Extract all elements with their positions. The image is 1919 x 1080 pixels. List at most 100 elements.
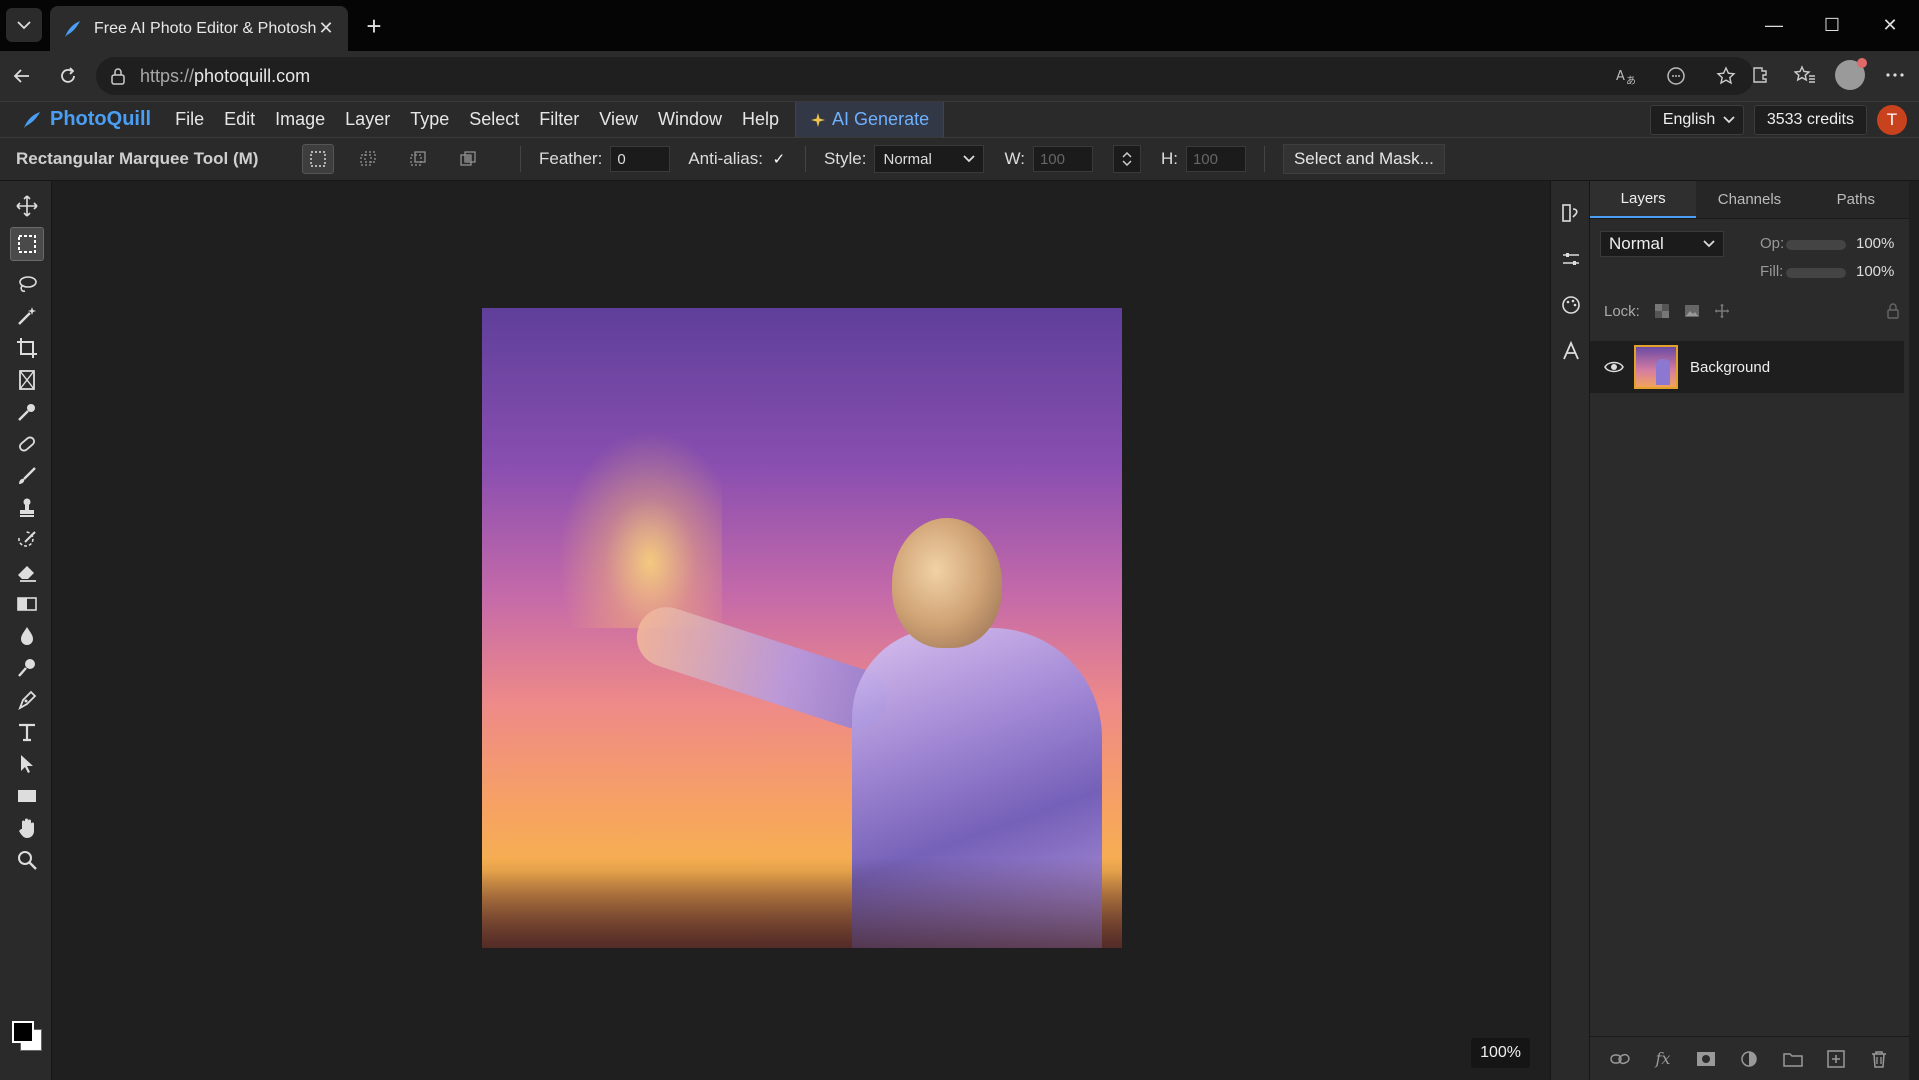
divider xyxy=(520,146,521,172)
blend-mode-select[interactable]: Normal xyxy=(1600,231,1724,257)
adjustments-panel-button[interactable] xyxy=(1557,245,1585,273)
maximize-button[interactable]: ☐ xyxy=(1803,0,1861,51)
reload-button[interactable] xyxy=(52,60,84,92)
link-layers-icon[interactable] xyxy=(1606,1045,1634,1073)
hand-tool[interactable] xyxy=(10,811,44,845)
foreground-color-swatch[interactable] xyxy=(12,1021,34,1043)
layer-row[interactable]: Background xyxy=(1590,341,1904,393)
fill-slider[interactable] xyxy=(1786,268,1846,278)
browser-tab-bar: Free AI Photo Editor & Photoshop ✕ + — ☐… xyxy=(0,0,1919,51)
translate-icon[interactable]: Aあ xyxy=(1612,62,1640,90)
eraser-tool[interactable] xyxy=(10,555,44,589)
tab-channels[interactable]: Channels xyxy=(1696,181,1802,218)
tool-options-bar: Rectangular Marquee Tool (M) Feather: 0 … xyxy=(0,137,1919,181)
menu-view[interactable]: View xyxy=(589,102,648,138)
favorites-icon[interactable] xyxy=(1791,61,1819,89)
app-logo[interactable]: PhotoQuill xyxy=(22,108,151,131)
frame-tool[interactable] xyxy=(10,363,44,397)
magic-wand-tool[interactable] xyxy=(10,299,44,333)
character-panel-button[interactable] xyxy=(1557,337,1585,365)
path-select-tool[interactable] xyxy=(10,747,44,781)
type-tool[interactable] xyxy=(10,715,44,749)
document-image[interactable] xyxy=(482,308,1122,948)
new-selection-icon xyxy=(310,151,326,167)
adjustment-layer-icon[interactable] xyxy=(1735,1045,1763,1073)
menu-file[interactable]: File xyxy=(165,102,214,138)
credits-badge[interactable]: 3533 credits xyxy=(1753,105,1867,135)
eyedropper-tool[interactable] xyxy=(10,395,44,429)
swap-dimensions-button[interactable] xyxy=(1112,145,1141,173)
pen-tool[interactable] xyxy=(10,683,44,717)
lock-image-icon[interactable] xyxy=(1684,303,1700,319)
gradient-tool[interactable] xyxy=(10,587,44,621)
menu-edit[interactable]: Edit xyxy=(214,102,265,138)
menu-help[interactable]: Help xyxy=(732,102,789,138)
dodge-tool[interactable] xyxy=(10,651,44,685)
lock-position-icon[interactable] xyxy=(1714,303,1730,319)
crop-tool[interactable] xyxy=(10,331,44,365)
selection-intersect-button[interactable] xyxy=(452,144,484,174)
height-value: 100 xyxy=(1192,150,1218,168)
svg-text:あ: あ xyxy=(1626,75,1636,86)
select-and-mask-button[interactable]: Select and Mask... xyxy=(1282,144,1445,174)
tab-close-icon[interactable]: ✕ xyxy=(316,18,336,39)
favorite-star-icon[interactable] xyxy=(1712,62,1740,90)
menu-window[interactable]: Window xyxy=(648,102,732,138)
add-mask-icon[interactable] xyxy=(1692,1045,1720,1073)
tab-list-button[interactable] xyxy=(6,8,42,42)
move-tool[interactable] xyxy=(10,189,44,223)
new-layer-icon[interactable] xyxy=(1822,1045,1850,1073)
canvas-area[interactable]: 100% xyxy=(53,181,1550,1080)
brush-tool[interactable] xyxy=(10,459,44,493)
tab-layers[interactable]: Layers xyxy=(1590,181,1697,218)
history-brush-tool[interactable] xyxy=(10,523,44,557)
selection-subtract-button[interactable] xyxy=(402,144,434,174)
opacity-slider[interactable] xyxy=(1786,240,1846,250)
marquee-tool[interactable] xyxy=(10,227,44,261)
back-button[interactable] xyxy=(6,60,38,92)
stamp-tool[interactable] xyxy=(10,491,44,525)
lock-all-icon[interactable] xyxy=(1886,303,1900,319)
tab-paths[interactable]: Paths xyxy=(1803,181,1909,218)
style-select[interactable]: Normal xyxy=(874,145,985,173)
more-options-icon[interactable] xyxy=(1881,61,1909,89)
healing-tool[interactable] xyxy=(10,427,44,461)
menu-select[interactable]: Select xyxy=(459,102,529,138)
extensions-icon[interactable] xyxy=(1747,61,1775,89)
browser-tab[interactable]: Free AI Photo Editor & Photoshop ✕ xyxy=(50,6,348,51)
swatches-panel-button[interactable] xyxy=(1557,291,1585,319)
menu-type[interactable]: Type xyxy=(400,102,459,138)
new-group-icon[interactable] xyxy=(1779,1045,1807,1073)
feather-input[interactable]: 0 xyxy=(610,146,671,172)
tracking-prevention-icon[interactable] xyxy=(1662,62,1690,90)
ai-generate-button[interactable]: AI Generate xyxy=(795,101,945,138)
lasso-tool[interactable] xyxy=(10,267,44,301)
delete-layer-icon[interactable] xyxy=(1865,1045,1893,1073)
antialias-checkbox[interactable]: ✓ xyxy=(771,151,787,168)
menu-filter[interactable]: Filter xyxy=(529,102,589,138)
menu-image[interactable]: Image xyxy=(265,102,335,138)
history-panel-button[interactable] xyxy=(1557,199,1585,227)
arrow-left-icon xyxy=(13,69,29,83)
minimize-button[interactable]: — xyxy=(1745,0,1803,51)
selection-new-button[interactable] xyxy=(302,144,334,174)
fill-label: Fill: xyxy=(1760,263,1784,280)
browser-profile-avatar[interactable] xyxy=(1835,58,1867,90)
zoom-tool[interactable] xyxy=(10,843,44,877)
selection-add-button[interactable] xyxy=(352,144,384,174)
height-input[interactable]: 100 xyxy=(1185,146,1246,172)
eye-icon[interactable] xyxy=(1604,360,1624,374)
layer-effects-icon[interactable]: fx xyxy=(1649,1045,1677,1073)
dodge-icon xyxy=(18,659,35,677)
new-tab-button[interactable]: + xyxy=(358,11,390,41)
shape-tool[interactable] xyxy=(10,779,44,813)
width-input[interactable]: 100 xyxy=(1032,146,1093,172)
user-avatar[interactable]: T xyxy=(1877,105,1907,135)
url-field[interactable]: https://photoquill.com Aあ xyxy=(96,57,1754,95)
lock-transparency-icon[interactable] xyxy=(1654,303,1670,319)
image-figure-head xyxy=(892,518,1002,648)
close-window-button[interactable]: ✕ xyxy=(1861,0,1919,51)
menu-layer[interactable]: Layer xyxy=(335,102,400,138)
language-select[interactable]: English xyxy=(1649,105,1744,135)
blur-tool[interactable] xyxy=(10,619,44,653)
